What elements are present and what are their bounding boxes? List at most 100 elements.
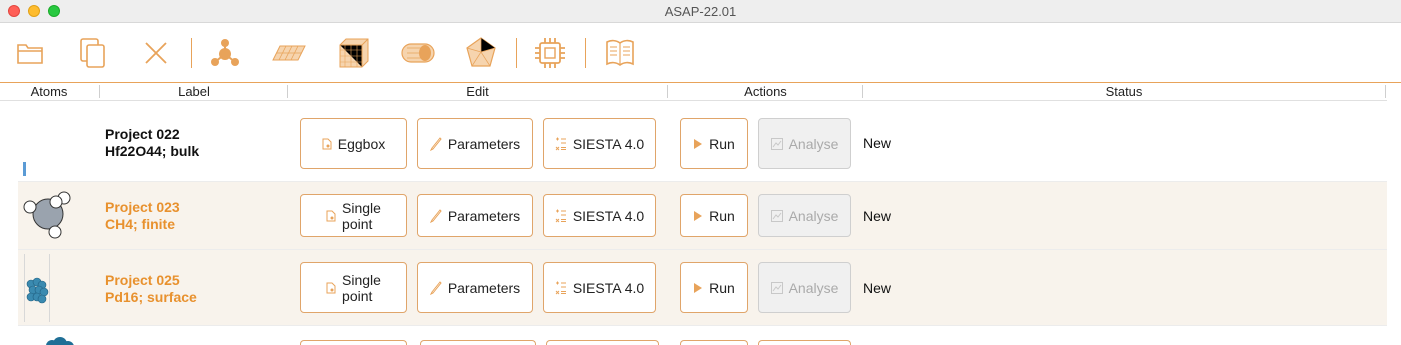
- code-label: SIESTA 4.0: [572, 135, 645, 152]
- chart-icon: [770, 209, 783, 222]
- book-icon: [606, 39, 634, 66]
- math-icon: [555, 137, 567, 151]
- parameters-button[interactable]: Parameters: [417, 194, 533, 237]
- structure-thumbnail: [42, 332, 74, 345]
- toolbar-separator: [585, 38, 586, 68]
- toolbar-separator: [191, 38, 192, 68]
- new-crystal-button[interactable]: [336, 35, 372, 71]
- open-folder-icon: [17, 44, 43, 64]
- parameters-label: Parameters: [447, 135, 521, 152]
- copy-project-button[interactable]: [75, 35, 111, 71]
- analyse-label: Analyse: [788, 135, 839, 152]
- code-label: SIESTA 4.0: [572, 207, 645, 224]
- task-type-line1: Single: [342, 271, 381, 288]
- code-select-button[interactable]: SIESTA 4.0: [543, 194, 656, 237]
- title-bar: ASAP-22.01: [0, 0, 1401, 23]
- analyse-label: Analyse: [788, 279, 839, 296]
- surface-structure-thumbnail: [24, 254, 50, 322]
- task-type-button[interactable]: Single point: [300, 262, 407, 313]
- header-edit[interactable]: Edit: [288, 84, 667, 99]
- code-select-button[interactable]: SIESTA 4.0: [543, 262, 656, 313]
- status-text: New: [863, 135, 892, 151]
- document-icon: [326, 210, 336, 222]
- new-slab-button[interactable]: [271, 35, 307, 71]
- analyse-button[interactable]: Analyse: [758, 118, 851, 169]
- analyse-button[interactable]: [758, 340, 851, 345]
- task-type-button[interactable]: [300, 340, 407, 345]
- parameters-button[interactable]: [420, 340, 536, 345]
- vertical-scrollbar[interactable]: [1387, 84, 1401, 345]
- task-type-label: Single point: [342, 200, 381, 232]
- document-icon: [322, 138, 332, 150]
- play-icon: [693, 282, 703, 294]
- project-system: Hf22O44; bulk: [105, 143, 200, 159]
- header-label[interactable]: Label: [100, 84, 288, 99]
- pencil-icon: [429, 208, 442, 223]
- analyse-button[interactable]: Analyse: [758, 262, 851, 313]
- run-button[interactable]: [680, 340, 748, 345]
- project-label: Project 023 CH4; finite: [105, 199, 180, 233]
- new-cluster-button[interactable]: [463, 35, 499, 71]
- run-button[interactable]: Run: [680, 118, 748, 169]
- status-text: New: [863, 208, 892, 224]
- project-name: Project 025: [105, 272, 180, 288]
- crystal-icon: [339, 38, 369, 68]
- project-system: CH4; finite: [105, 216, 175, 232]
- document-icon: [326, 282, 336, 294]
- table-header: Atoms Label Edit Actions Status: [0, 83, 1401, 101]
- table-row[interactable]: Project 022 Hf22O44; bulk Eggbox Paramet…: [18, 104, 1387, 182]
- chart-icon: [770, 137, 783, 150]
- compute-resources-button[interactable]: [532, 35, 568, 71]
- molecule-structure-thumbnail: [22, 190, 74, 240]
- status-text: New: [863, 280, 892, 296]
- math-icon: [555, 281, 567, 295]
- new-nanotube-button[interactable]: [400, 35, 436, 71]
- app-window: ASAP-22.01 Atoms Label Edit Actions Stat…: [0, 0, 1401, 345]
- task-type-button[interactable]: Eggbox: [300, 118, 407, 169]
- play-icon: [693, 210, 703, 222]
- play-icon: [693, 138, 703, 150]
- table-row[interactable]: Project 023 CH4; finite Single point Par…: [18, 182, 1387, 250]
- analyse-button[interactable]: Analyse: [758, 194, 851, 237]
- new-molecule-button[interactable]: [207, 35, 243, 71]
- bulk-structure-thumbnail: [23, 162, 26, 176]
- code-select-button[interactable]: [546, 340, 659, 345]
- header-actions[interactable]: Actions: [668, 84, 863, 99]
- parameters-button[interactable]: Parameters: [417, 118, 533, 169]
- window-title: ASAP-22.01: [664, 4, 737, 19]
- run-button[interactable]: Run: [680, 262, 748, 313]
- run-label: Run: [709, 135, 735, 152]
- task-type-line2: point: [342, 215, 373, 232]
- delete-x-icon: [145, 42, 167, 64]
- header-status[interactable]: Status: [863, 84, 1385, 99]
- math-icon: [555, 209, 567, 223]
- table-row[interactable]: Project 025 Pd16; surface Single point P…: [18, 250, 1387, 326]
- parameters-label: Parameters: [447, 207, 521, 224]
- run-label: Run: [709, 207, 735, 224]
- code-select-button[interactable]: SIESTA 4.0: [543, 118, 656, 169]
- documentation-button[interactable]: [602, 35, 638, 71]
- polyhedron-icon: [466, 37, 496, 67]
- task-type-button[interactable]: Single point: [300, 194, 407, 237]
- task-type-line2: point: [342, 287, 373, 304]
- open-project-button[interactable]: [12, 35, 48, 71]
- table-row[interactable]: [18, 326, 1387, 345]
- header-atoms[interactable]: Atoms: [18, 84, 80, 99]
- project-label: Project 022 Hf22O44; bulk: [105, 126, 199, 160]
- pencil-icon: [429, 136, 442, 151]
- delete-project-button[interactable]: [138, 35, 174, 71]
- project-label: Project 025 Pd16; surface: [105, 272, 197, 306]
- toolbar-separator: [516, 38, 517, 68]
- run-button[interactable]: Run: [680, 194, 748, 237]
- parameters-button[interactable]: Parameters: [417, 262, 533, 313]
- chip-icon: [535, 38, 565, 68]
- toolbar: [0, 23, 1401, 83]
- analyse-label: Analyse: [788, 207, 839, 224]
- task-type-label: Single point: [342, 272, 381, 304]
- run-label: Run: [709, 279, 735, 296]
- project-system: Pd16; surface: [105, 289, 197, 305]
- task-type-label: Eggbox: [337, 135, 386, 152]
- chart-icon: [770, 281, 783, 294]
- slab-icon: [272, 45, 306, 61]
- project-name: Project 022: [105, 126, 180, 142]
